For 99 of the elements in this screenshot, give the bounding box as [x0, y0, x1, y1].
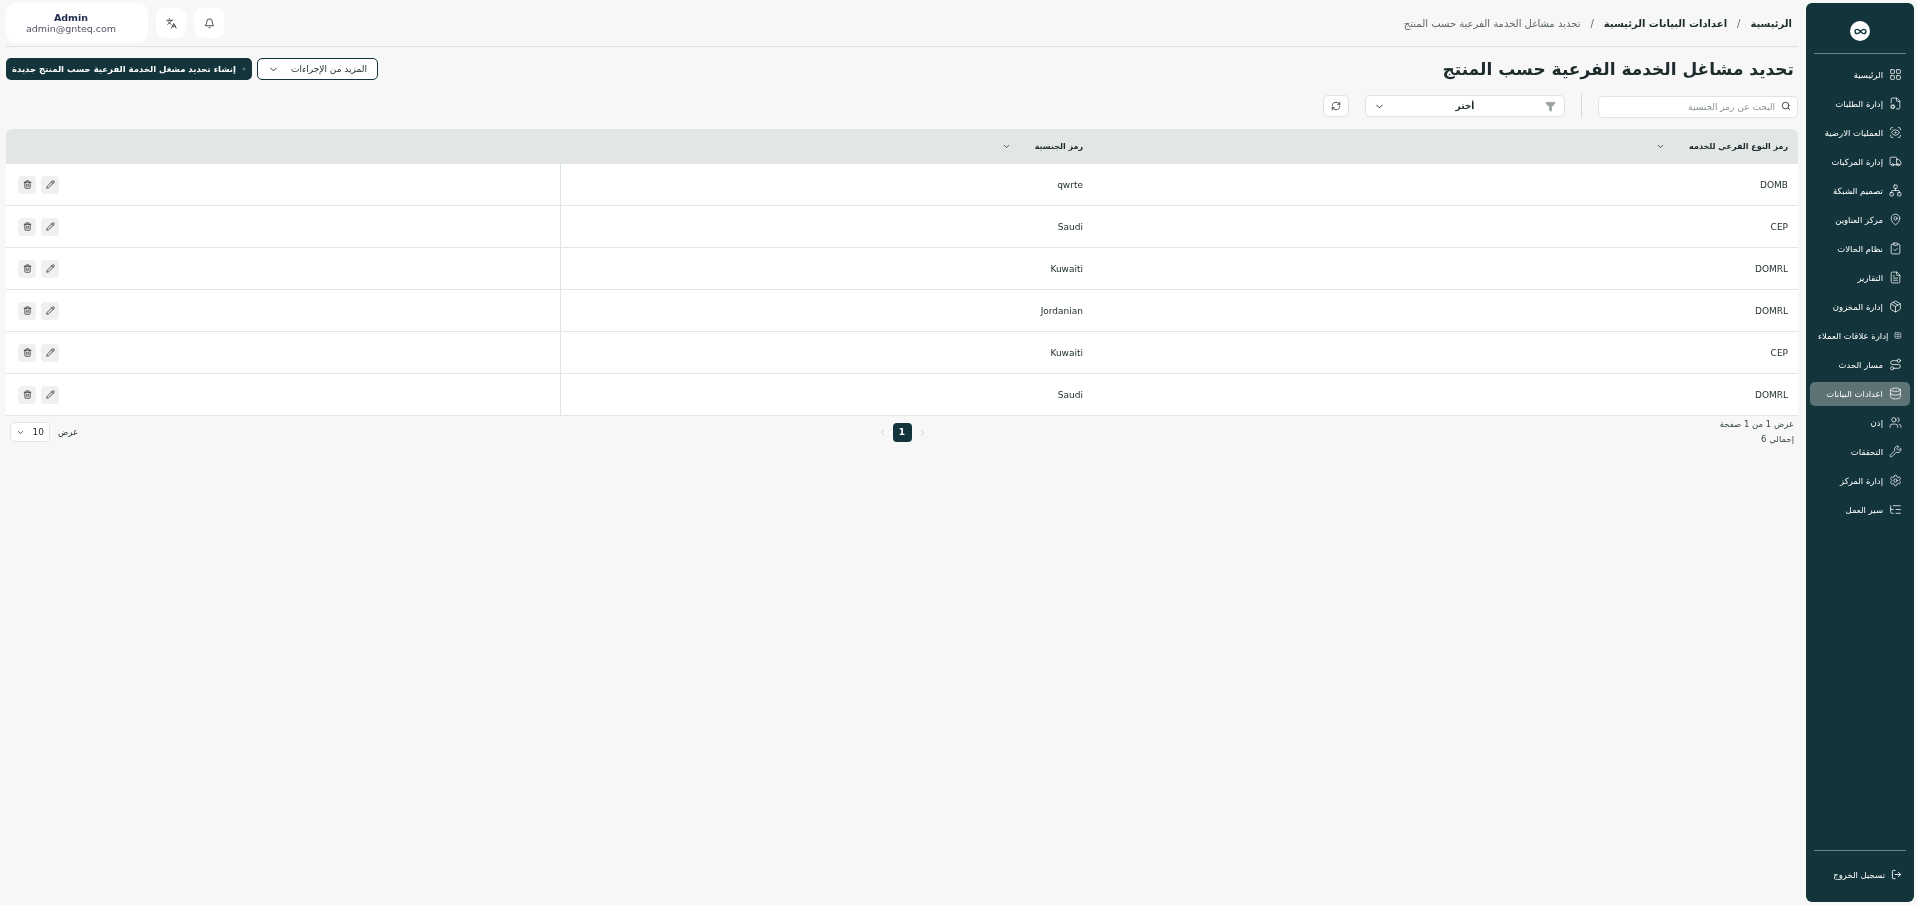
column-header[interactable]: رمز الجنسية [560, 142, 1093, 151]
list-tree-icon [1889, 503, 1902, 516]
refresh-icon [1331, 101, 1341, 111]
translate-icon [165, 17, 177, 29]
table-cell-text: CEP [1769, 220, 1789, 234]
sidebar-item[interactable]: إدارة علاقات العملاء [1810, 323, 1910, 348]
breadcrumb-separator: / [1737, 17, 1741, 29]
sidebar-item[interactable]: اعدادات البيانات [1810, 381, 1910, 406]
trash-icon [22, 348, 32, 357]
scan-eye-icon [1889, 126, 1902, 139]
breadcrumb-separator: / [1590, 17, 1594, 29]
table-cell-text: DOMRL [1753, 388, 1789, 402]
sidebar-item[interactable]: تصميم الشبكة [1810, 178, 1910, 203]
table-cell: Kuwaiti [560, 248, 1093, 289]
sidebar-item[interactable]: سير العمل [1810, 497, 1910, 522]
table-cell: Kuwaiti [560, 332, 1093, 373]
clipboard-check-icon [1889, 242, 1902, 255]
sidebar-item[interactable]: إدارة المخزون [1810, 294, 1910, 319]
delete-button[interactable] [18, 175, 36, 194]
filter-icon [1545, 100, 1556, 112]
total-count: إجمالي 6 [1760, 433, 1794, 446]
sidebar-item[interactable]: مسار الحدث [1810, 352, 1910, 377]
more-actions-button[interactable]: المزيد من الإجراءات [257, 58, 378, 80]
notifications-button[interactable] [194, 8, 224, 38]
refresh-button[interactable] [1323, 95, 1349, 117]
sidebar-item[interactable]: التقارير [1810, 265, 1910, 290]
edit-button[interactable] [41, 259, 59, 278]
table-cell-text: CEP [1769, 346, 1789, 360]
sidebar-item[interactable]: إدارة الطلبات [1810, 91, 1910, 116]
network-icon [1889, 184, 1902, 197]
pencil-icon [45, 306, 55, 315]
package-icon [1889, 300, 1902, 313]
delete-button[interactable] [18, 259, 36, 278]
pencil-icon [45, 390, 55, 399]
map-pin-icon [1889, 213, 1902, 226]
sidebar-item[interactable]: إدارة المركبات [1810, 149, 1910, 174]
database-icon [1889, 387, 1902, 400]
edit-button[interactable] [41, 343, 59, 362]
logout-link[interactable]: تسجيل الخروج [1810, 857, 1910, 894]
trash-icon [22, 222, 32, 231]
page-size-label: عرض [58, 427, 79, 437]
user-card[interactable]: Admin admin@gnteq.com [6, 3, 148, 43]
edit-button[interactable] [41, 175, 59, 194]
users-icon [1889, 416, 1902, 429]
pencil-icon [45, 180, 55, 189]
search-icon [1781, 101, 1791, 111]
sort-icon [1656, 142, 1666, 151]
delete-button[interactable] [18, 301, 36, 320]
delete-button[interactable] [18, 385, 36, 404]
wrench-icon [1889, 445, 1902, 458]
pencil-icon [45, 222, 55, 231]
breadcrumb-link[interactable]: اعدادات البيانات الرئيسية [1603, 17, 1728, 29]
user-name: Admin [53, 12, 89, 23]
table-cell: qwrte [560, 164, 1093, 205]
table-icon [1894, 329, 1902, 342]
create-button[interactable]: إنشاء تحديد مشغل الخدمة الفرعية حسب المنتج جديدة [6, 58, 252, 80]
page-button[interactable]: 1 [892, 422, 912, 442]
table-cell-text: DOMB [1759, 178, 1789, 192]
table-cell: Saudi [560, 206, 1093, 247]
file-gear-icon [1889, 97, 1902, 110]
edit-button[interactable] [41, 385, 59, 404]
user-email: admin@gnteq.com [25, 23, 117, 34]
table-cell: Saudi [560, 374, 1093, 415]
sort-icon [1001, 142, 1011, 151]
logout-icon [1891, 869, 1902, 880]
table-cell-text: DOMRL [1753, 262, 1789, 276]
sidebar-item[interactable]: مركز العناوين [1810, 207, 1910, 232]
pencil-icon [45, 348, 55, 357]
page-size-select[interactable]: 10 [10, 422, 50, 442]
table-cell-text: DOMRL [1753, 304, 1789, 318]
table-cell: Jordanian [560, 290, 1093, 331]
route-icon [1889, 358, 1902, 371]
edit-button[interactable] [41, 301, 59, 320]
language-button[interactable] [156, 8, 186, 38]
document-icon [1889, 271, 1902, 284]
settings-icon [1889, 474, 1902, 487]
breadcrumb-link[interactable]: الرئيسية [1750, 17, 1792, 29]
trash-icon [22, 390, 32, 399]
sidebar-item[interactable]: إدارة المركز [1810, 468, 1910, 493]
column-header[interactable]: رمز النوع الفرعي للخدمه [1093, 142, 1798, 151]
filter-select[interactable]: أختر [1365, 95, 1565, 117]
sidebar-item[interactable]: العمليات الارضية [1810, 120, 1910, 145]
sidebar-item[interactable]: الرئيسية [1810, 62, 1910, 87]
grid-icon [1889, 68, 1902, 81]
trash-icon [22, 264, 32, 273]
sidebar-item[interactable]: التحققات [1810, 439, 1910, 464]
pencil-icon [45, 264, 55, 273]
sidebar-item[interactable]: إذن [1810, 410, 1910, 435]
truck-icon [1889, 155, 1902, 168]
edit-button[interactable] [41, 217, 59, 236]
delete-button[interactable] [18, 217, 36, 236]
sidebar-item[interactable]: نظام الحالات [1810, 236, 1910, 261]
trash-icon [22, 306, 32, 315]
bell-icon [203, 17, 215, 29]
search-field[interactable]: البحث عن رمز الجنسية [1598, 96, 1798, 118]
trash-icon [22, 180, 32, 189]
page-title: تحديد مشاغل الخدمة الفرعية حسب المنتج [1442, 59, 1795, 79]
page-summary: عرض 1 من 1 صفحة [1718, 418, 1794, 431]
delete-button[interactable] [18, 343, 36, 362]
